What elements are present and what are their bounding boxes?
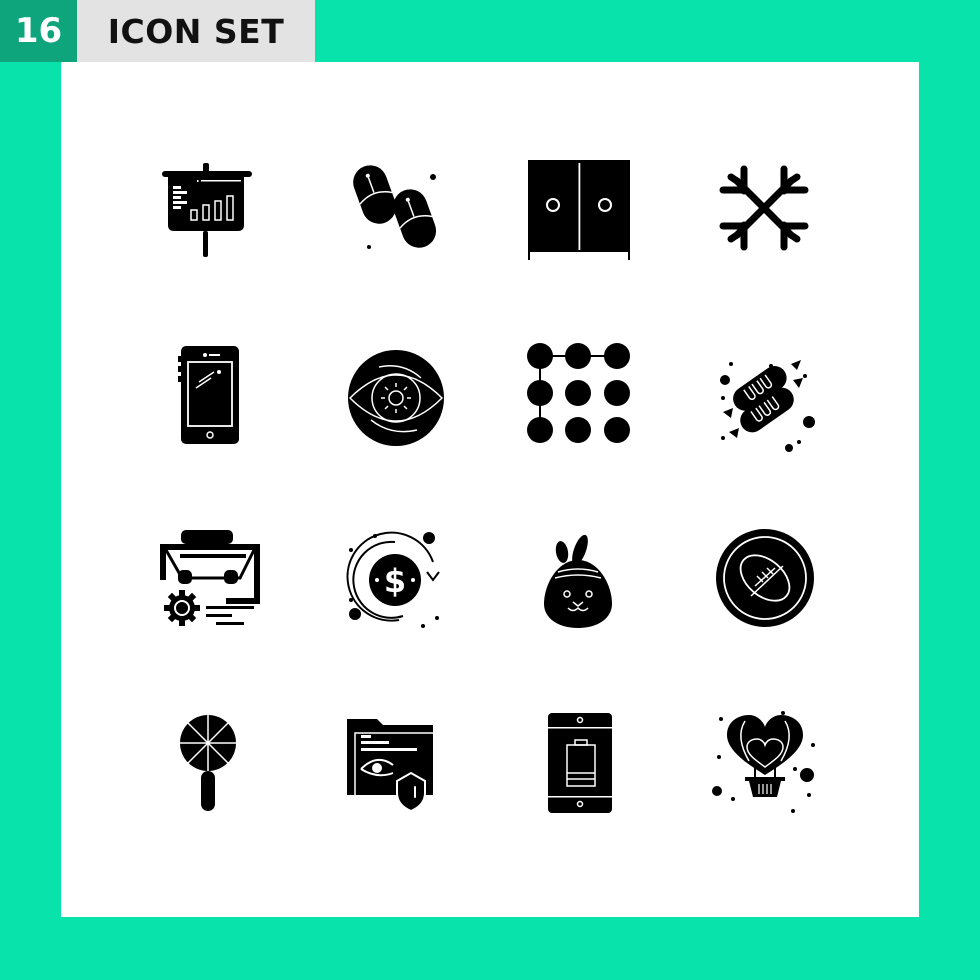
wardrobe-icon (522, 155, 632, 265)
icon-count-badge: 16 (0, 0, 77, 62)
pattern-lock-icon (522, 342, 632, 452)
eye-vision-icon (341, 342, 451, 452)
easter-egg-bunny-icon (522, 522, 632, 632)
rugby-ball-badge-icon (709, 522, 819, 632)
set-title: ICON SET (77, 0, 315, 62)
phone-battery-icon (522, 707, 632, 817)
icon-grid-panel: $ (61, 62, 919, 917)
svg-text:$: $ (384, 562, 406, 600)
sausages-icon (709, 342, 819, 452)
secure-folder-icon (341, 707, 451, 817)
dollar-exchange-icon: $ (341, 522, 451, 632)
snowflake-icon (709, 155, 819, 265)
flip-flops-icon (341, 155, 451, 265)
heart-balloon-icon (709, 707, 819, 817)
briefcase-settings-icon (156, 522, 266, 632)
presentation-board-icon (156, 155, 266, 265)
lollipop-icon (156, 707, 266, 817)
smartphone-icon (156, 342, 266, 452)
